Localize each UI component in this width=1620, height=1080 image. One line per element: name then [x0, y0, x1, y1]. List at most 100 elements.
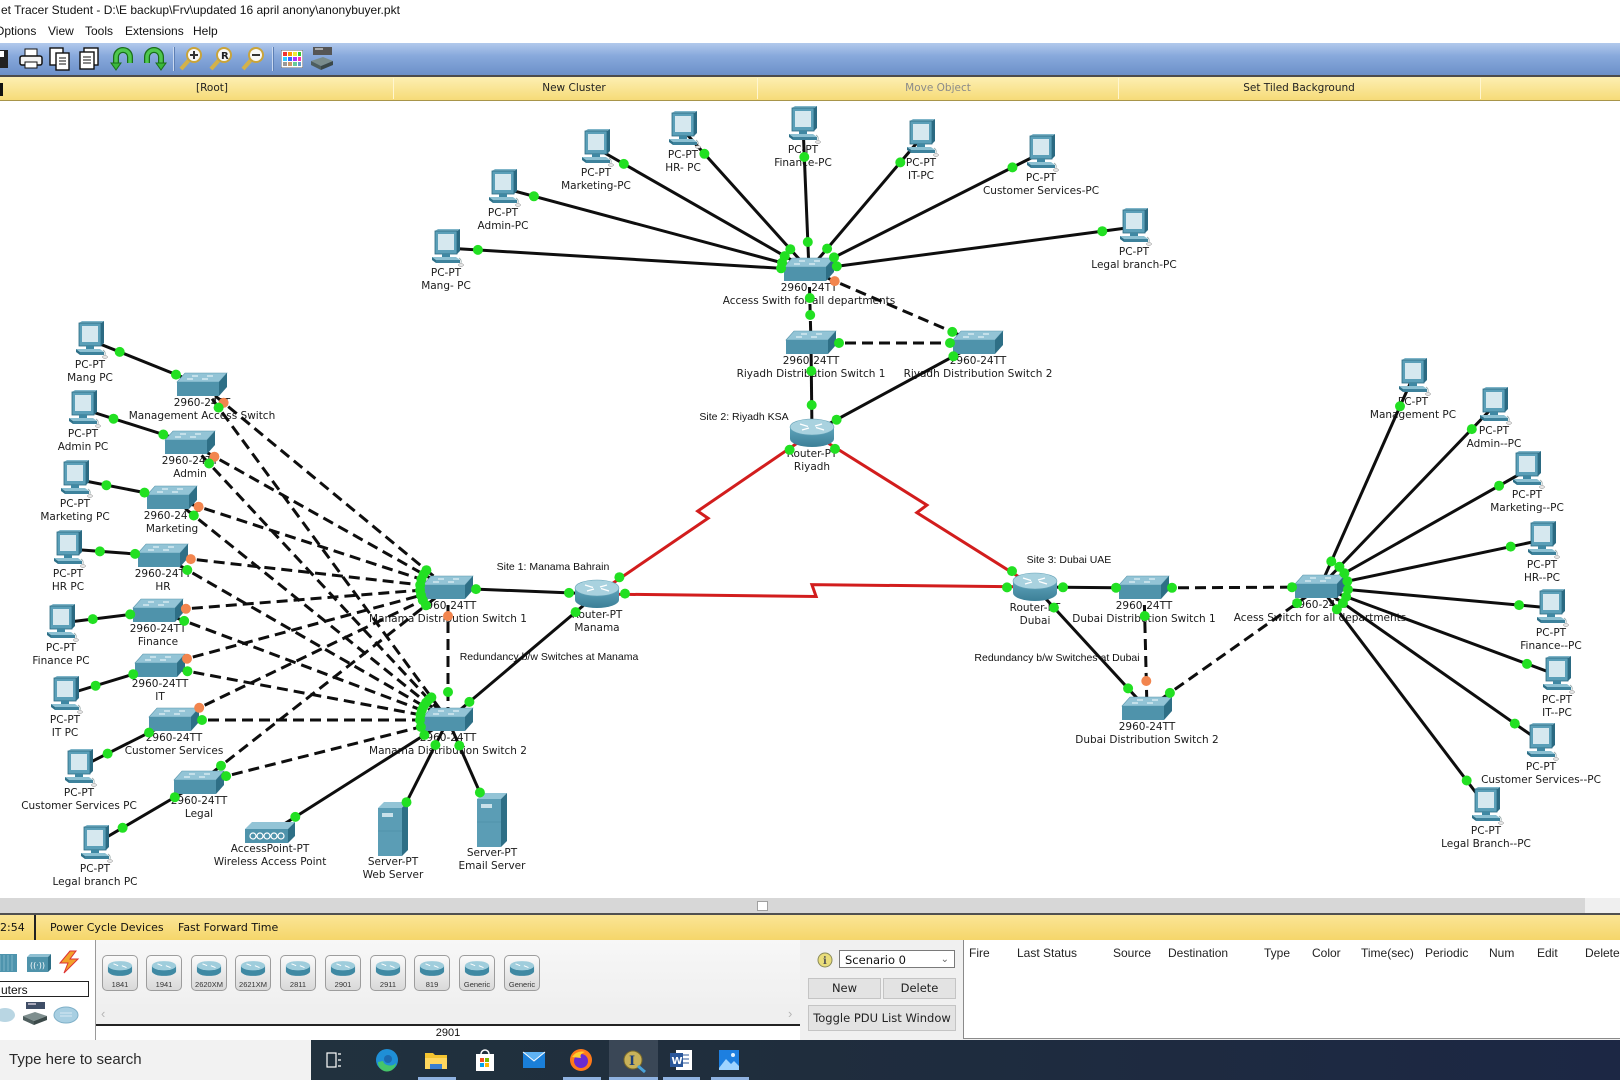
taskbar-search-box[interactable]: Type here to search: [0, 1040, 311, 1080]
custom-device-button[interactable]: [309, 46, 335, 72]
model-tile-819[interactable]: 819: [414, 955, 450, 991]
zoom-out-button[interactable]: [240, 46, 266, 72]
toggle-pdu-list-button[interactable]: Toggle PDU List Window: [808, 1005, 956, 1031]
straight-through-link[interactable]: [1319, 585, 1552, 610]
scrollbar-thumb[interactable]: [757, 901, 768, 911]
device-category-field[interactable]: uters: [0, 981, 89, 997]
category-wan-emulation[interactable]: [53, 1005, 79, 1030]
model-tile-generic[interactable]: Generic: [459, 955, 495, 991]
model-tile-2620xm[interactable]: 2620XM: [191, 955, 227, 991]
column-header-num[interactable]: Num: [1489, 946, 1514, 960]
copy-button[interactable]: [47, 46, 73, 72]
fast-forward-time-button[interactable]: Fast Forward Time: [178, 915, 278, 940]
crossover-link[interactable]: [157, 609, 449, 722]
delete-scenario-button[interactable]: Delete: [883, 978, 956, 999]
new-cluster-button[interactable]: New Cluster: [542, 77, 606, 100]
straight-through-link[interactable]: [808, 151, 1042, 272]
set-tiled-background-button[interactable]: Set Tiled Background: [1243, 77, 1355, 100]
scroll-right-icon[interactable]: ›: [788, 1004, 792, 1023]
model-tile-1841[interactable]: 1841: [102, 955, 138, 991]
model-tile-generic-2[interactable]: Generic: [504, 955, 540, 991]
new-scenario-button[interactable]: New: [808, 978, 881, 999]
move-object-button[interactable]: Move Object: [905, 77, 971, 100]
column-header-last-status[interactable]: Last Status: [1017, 946, 1077, 960]
straight-through-link[interactable]: [1318, 376, 1415, 588]
category-switches[interactable]: [0, 953, 18, 978]
menu-options[interactable]: Options: [0, 21, 36, 41]
column-header-fire[interactable]: Fire: [969, 946, 990, 960]
crossover-link[interactable]: [198, 718, 449, 785]
taskbar-edge[interactable]: [363, 1040, 411, 1080]
crossover-link[interactable]: [1146, 585, 1321, 711]
zoom-reset-button[interactable]: R: [208, 46, 234, 72]
back-button[interactable]: [0, 83, 3, 96]
straight-through-link[interactable]: [1319, 585, 1558, 677]
straight-through-link[interactable]: [681, 128, 811, 272]
crossover-link[interactable]: [198, 586, 449, 785]
redo-button[interactable]: [141, 46, 167, 72]
crossover-link[interactable]: [162, 554, 449, 590]
column-header-delete[interactable]: Delete: [1585, 946, 1620, 960]
straight-through-link[interactable]: [447, 592, 598, 722]
straight-through-link[interactable]: [595, 146, 810, 272]
model-tile-2901[interactable]: 2901: [325, 955, 361, 991]
taskbar-word[interactable]: W: [657, 1040, 705, 1080]
column-header-source[interactable]: Source: [1113, 946, 1151, 960]
category-hubs[interactable]: [22, 1002, 48, 1033]
straight-through-link[interactable]: [445, 246, 810, 272]
info-button[interactable]: i: [817, 952, 833, 973]
crossover-link[interactable]: [201, 383, 449, 590]
menu-view[interactable]: View: [48, 21, 74, 41]
category-connections[interactable]: [56, 950, 82, 979]
undo-button[interactable]: [110, 46, 136, 72]
scroll-left-icon[interactable]: ‹: [101, 1004, 105, 1023]
straight-through-link[interactable]: [1318, 586, 1488, 807]
task-view-button[interactable]: [310, 1040, 358, 1080]
straight-through-link[interactable]: [1319, 538, 1543, 589]
palette-button[interactable]: [279, 46, 305, 72]
straight-through-link[interactable]: [269, 718, 449, 835]
taskbar-file-explorer[interactable]: [412, 1040, 460, 1080]
column-header-edit[interactable]: Edit: [1537, 946, 1558, 960]
crossover-link[interactable]: [1142, 587, 1149, 710]
zoom-in-button[interactable]: [178, 46, 204, 72]
straight-through-link[interactable]: [1319, 468, 1528, 589]
column-header-periodic[interactable]: Periodic: [1425, 946, 1468, 960]
menu-help[interactable]: Help: [193, 21, 218, 41]
category-end-devices[interactable]: [0, 1006, 16, 1029]
straight-through-link[interactable]: [808, 225, 1135, 272]
power-cycle-devices-button[interactable]: Power Cycle Devices: [50, 915, 164, 940]
model-tile-2621xm[interactable]: 2621XM: [235, 955, 271, 991]
paste-button[interactable]: [77, 46, 103, 72]
save-button[interactable]: [0, 46, 12, 72]
column-header-color[interactable]: Color: [1312, 946, 1341, 960]
crossover-link[interactable]: [162, 554, 449, 722]
scenario-select[interactable]: Scenario 0 ⌄: [839, 950, 955, 968]
straight-through-link[interactable]: [1318, 404, 1496, 589]
straight-through-link[interactable]: [801, 124, 811, 271]
root-button[interactable]: [Root]: [196, 77, 228, 100]
taskbar-firefox[interactable]: [557, 1040, 605, 1080]
taskbar-photos[interactable]: [705, 1040, 753, 1080]
model-tile-2911[interactable]: 2911: [370, 955, 406, 991]
category-wireless[interactable]: ((·)): [26, 953, 52, 978]
straight-through-link[interactable]: [502, 186, 810, 272]
straight-through-link[interactable]: [1319, 585, 1542, 744]
straight-through-link[interactable]: [1033, 585, 1149, 711]
straight-through-link[interactable]: [811, 341, 979, 435]
serial-link[interactable]: [811, 431, 1036, 589]
taskbar-mail[interactable]: [510, 1040, 558, 1080]
print-button[interactable]: [18, 46, 44, 72]
column-header-time[interactable]: Time(sec): [1361, 946, 1414, 960]
logical-workspace-canvas[interactable]: Site 2: Riyadh KSA Site 1: Manama Bahrai…: [0, 101, 1620, 898]
model-tile-1941[interactable]: 1941: [146, 955, 182, 991]
model-list-scrollbar[interactable]: ‹ ›: [96, 1004, 800, 1023]
menu-extensions[interactable]: Extensions: [125, 21, 184, 41]
taskbar-store[interactable]: [461, 1040, 509, 1080]
column-header-type[interactable]: Type: [1264, 946, 1290, 960]
column-header-destination[interactable]: Destination: [1168, 946, 1228, 960]
serial-link[interactable]: [596, 583, 1036, 599]
canvas-horizontal-scrollbar[interactable]: [0, 898, 1585, 913]
serial-link[interactable]: [596, 431, 813, 596]
taskbar-packet-tracer[interactable]: I: [609, 1040, 658, 1080]
